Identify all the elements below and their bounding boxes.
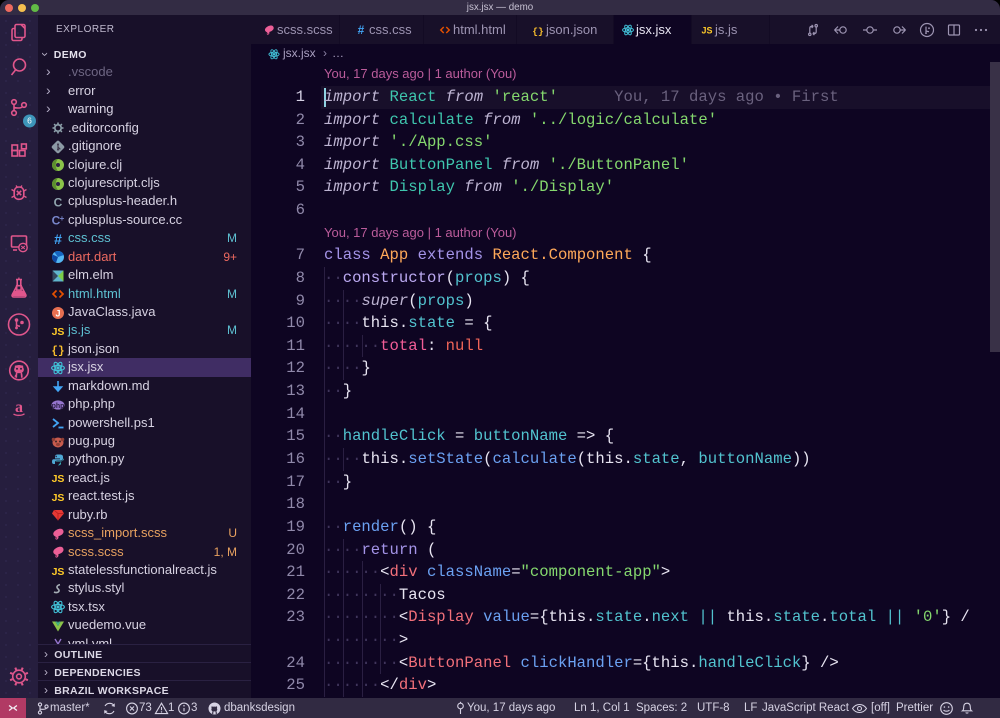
svg-text:php: php <box>52 402 65 409</box>
svg-text:JS: JS <box>52 566 65 578</box>
svg-text:JS: JS <box>52 492 65 504</box>
svg-text:{}: {} <box>532 25 543 36</box>
svg-text:JS: JS <box>702 25 713 35</box>
svg-text:C: C <box>54 195 63 209</box>
svg-text:J: J <box>55 308 60 318</box>
svg-text:#: # <box>358 23 365 37</box>
svg-text:#: # <box>54 231 62 247</box>
svg-text:JS: JS <box>52 473 65 485</box>
svg-text:a: a <box>15 399 23 416</box>
svg-text:JS: JS <box>52 326 65 338</box>
svg-text:{}: {} <box>51 346 64 358</box>
svg-text:+: + <box>60 214 65 223</box>
